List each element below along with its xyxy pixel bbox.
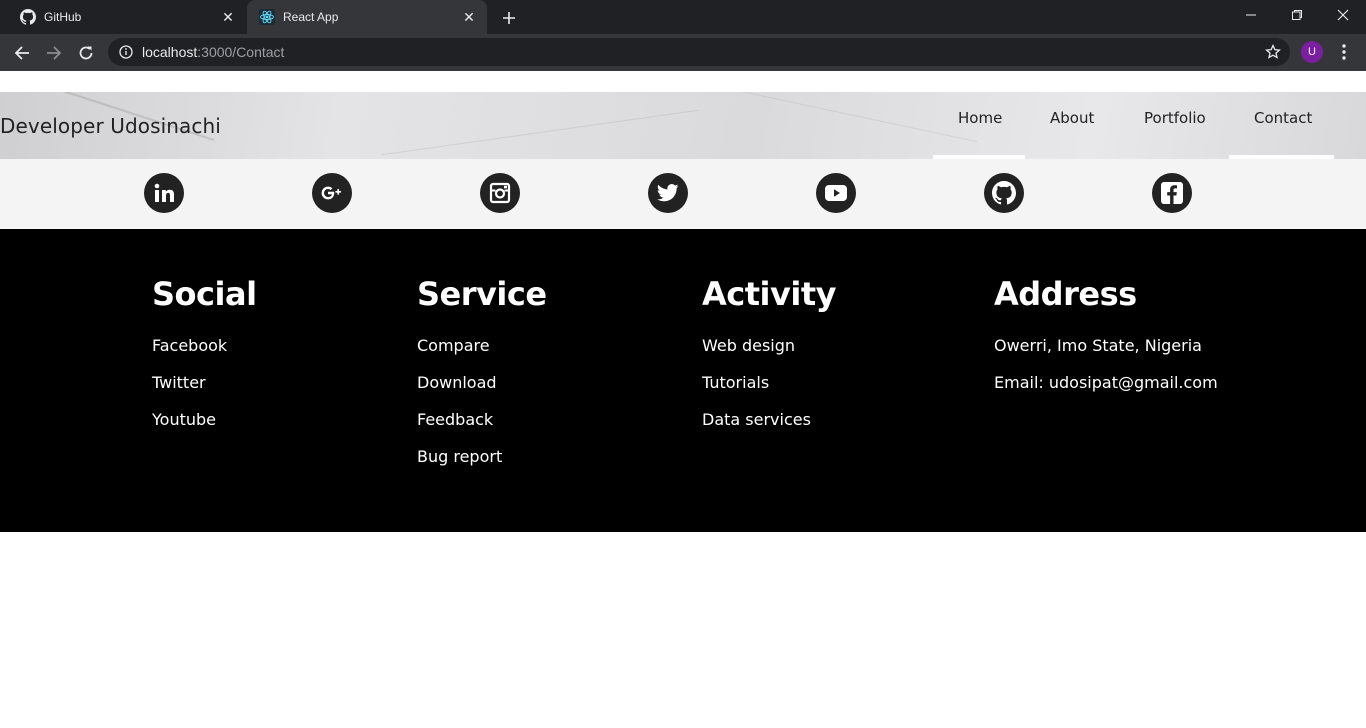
footer-column-activity: Activity Web design Tutorials Data servi…: [702, 275, 836, 447]
nav-contact[interactable]: Contact: [1254, 109, 1312, 127]
close-icon[interactable]: ✕: [220, 9, 236, 25]
footer-link-data-services[interactable]: Data services: [702, 410, 836, 447]
url-path: :3000/Contact: [197, 44, 285, 60]
linkedin-icon[interactable]: [144, 173, 184, 213]
footer-link-youtube[interactable]: Youtube: [152, 410, 257, 447]
close-icon[interactable]: ✕: [461, 9, 477, 25]
page-content: Developer Udosinachi Home About Portfoli…: [0, 71, 1366, 728]
avatar[interactable]: U: [1301, 41, 1323, 63]
star-icon[interactable]: [1264, 43, 1282, 61]
facebook-icon[interactable]: [1152, 173, 1192, 213]
reload-icon[interactable]: [73, 40, 99, 66]
react-icon: [259, 9, 275, 25]
kebab-menu-icon[interactable]: [1334, 42, 1354, 62]
footer-link-bug-report[interactable]: Bug report: [417, 447, 547, 484]
footer-heading: Service: [417, 275, 547, 313]
footer-link-tutorials[interactable]: Tutorials: [702, 373, 836, 410]
twitter-icon[interactable]: [648, 173, 688, 213]
google-plus-icon[interactable]: [312, 173, 352, 213]
nav-about[interactable]: About: [1050, 109, 1094, 127]
browser-tab-bar: GitHub ✕ React App ✕: [0, 0, 1366, 34]
site-footer: Social Facebook Twitter Youtube Service …: [0, 229, 1366, 532]
footer-link-twitter[interactable]: Twitter: [152, 373, 257, 410]
url-host: localhost: [142, 44, 198, 60]
instagram-icon[interactable]: [480, 173, 520, 213]
back-arrow-icon[interactable]: [9, 40, 35, 66]
footer-link-download[interactable]: Download: [417, 373, 547, 410]
footer-link-compare[interactable]: Compare: [417, 336, 547, 373]
tab-title: GitHub: [44, 10, 82, 24]
footer-column-social: Social Facebook Twitter Youtube: [152, 275, 257, 447]
nav-portfolio[interactable]: Portfolio: [1144, 109, 1206, 127]
address-bar[interactable]: localhost:3000/Contact: [108, 38, 1290, 66]
footer-link-web-design[interactable]: Web design: [702, 336, 836, 373]
browser-toolbar: localhost:3000/Contact U: [0, 34, 1366, 71]
tab-github[interactable]: GitHub ✕: [8, 0, 246, 34]
footer-address-text: Owerri, Imo State, Nigeria: [994, 336, 1202, 355]
footer-link-facebook[interactable]: Facebook: [152, 336, 257, 373]
new-tab-icon[interactable]: [498, 7, 520, 29]
minimize-icon[interactable]: [1228, 0, 1274, 30]
footer-heading: Address: [994, 275, 1137, 313]
footer-column-address: Address Owerri, Imo State, Nigeria Email…: [994, 275, 1218, 410]
footer-heading: Social: [152, 275, 257, 313]
youtube-icon[interactable]: [816, 173, 856, 213]
info-icon[interactable]: [118, 44, 134, 60]
footer-column-service: Service Compare Download Feedback Bug re…: [417, 275, 547, 484]
forward-arrow-icon[interactable]: [41, 40, 67, 66]
close-window-icon[interactable]: [1320, 0, 1366, 30]
footer-heading: Activity: [702, 275, 836, 313]
footer-email-text: Email: udosipat@gmail.com: [994, 373, 1218, 392]
tab-react-app[interactable]: React App ✕: [247, 0, 487, 34]
url-text: localhost:3000/Contact: [142, 44, 284, 60]
social-icons-bar: [0, 159, 1366, 229]
nav-home[interactable]: Home: [958, 109, 1002, 127]
footer-link-feedback[interactable]: Feedback: [417, 410, 547, 447]
restore-icon[interactable]: [1274, 0, 1320, 30]
github-icon: [20, 9, 36, 25]
site-header: Developer Udosinachi Home About Portfoli…: [0, 92, 1366, 159]
github-icon[interactable]: [984, 173, 1024, 213]
tab-title: React App: [283, 10, 339, 24]
site-brand[interactable]: Developer Udosinachi: [0, 114, 221, 138]
